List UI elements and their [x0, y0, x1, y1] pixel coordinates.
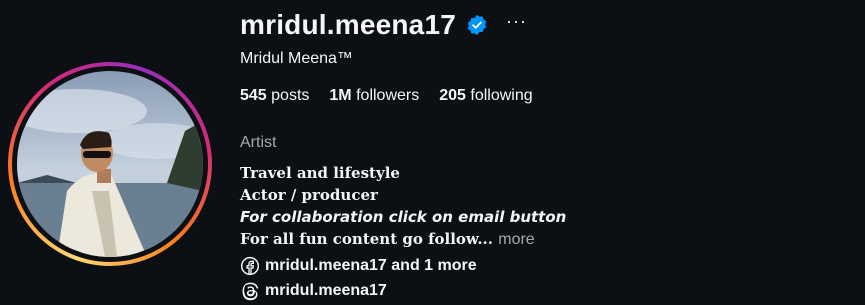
- verified-badge-icon: [467, 14, 487, 36]
- facebook-link[interactable]: mridul.meena17 and 1 more: [240, 256, 477, 276]
- followers-number: 1M: [329, 87, 352, 104]
- bio-line: For collaboration click on email button: [240, 208, 567, 226]
- bio-line: Travel and lifestyle: [240, 164, 400, 182]
- profile-stats: 545 posts 1M followers 205 following: [240, 87, 553, 105]
- bio-more-button[interactable]: more: [498, 231, 534, 248]
- facebook-icon: [240, 256, 260, 276]
- threads-icon: [242, 282, 259, 301]
- profile-avatar-ring[interactable]: [8, 62, 212, 266]
- profile-category: Artist: [240, 134, 277, 151]
- threads-link-text: mridul.meena17: [265, 282, 387, 299]
- bio: Travel and lifestyle Actor / producer Fo…: [240, 162, 566, 251]
- title-row: mridul.meena17 ···: [240, 7, 527, 43]
- threads-link[interactable]: mridul.meena17: [240, 281, 387, 301]
- avatar-border-gap: [12, 66, 208, 262]
- posts-count[interactable]: 545 posts: [240, 87, 309, 105]
- following-link[interactable]: 205 following: [439, 87, 532, 105]
- bio-line: For all fun content go follow...: [240, 230, 494, 248]
- following-label: following: [470, 87, 533, 104]
- avatar[interactable]: [17, 71, 203, 257]
- more-options-button[interactable]: ···: [506, 12, 527, 30]
- bio-line: Actor / producer: [240, 186, 378, 204]
- bio-line-truncated: For all fun content go follow... more: [240, 228, 566, 251]
- username: mridul.meena17: [240, 9, 456, 40]
- facebook-link-text: mridul.meena17 and 1 more: [265, 257, 477, 274]
- followers-link[interactable]: 1M followers: [329, 87, 419, 105]
- full-name: Mridul Meena™: [240, 50, 353, 67]
- posts-number: 545: [240, 87, 267, 104]
- posts-label: posts: [271, 87, 310, 104]
- followers-label: followers: [356, 87, 420, 104]
- following-number: 205: [439, 87, 466, 104]
